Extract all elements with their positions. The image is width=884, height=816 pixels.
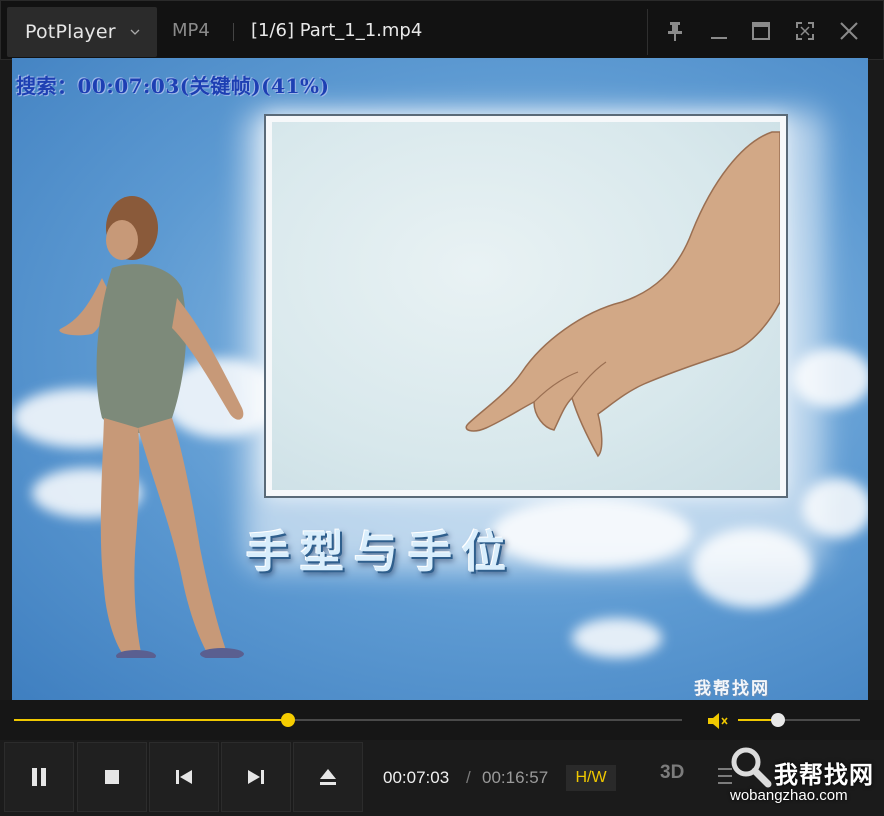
window-controls-divider (647, 9, 648, 55)
time-separator: / (466, 768, 471, 787)
file-title: [1/6] Part_1_1.mp4 (251, 20, 423, 41)
next-button[interactable] (221, 742, 291, 812)
video-caption: 手型与手位 (246, 527, 516, 578)
figure-illustration (59, 196, 244, 658)
previous-icon (176, 770, 192, 784)
3d-button[interactable]: 3D (660, 762, 684, 784)
stop-icon (105, 770, 119, 784)
total-time[interactable]: 00:16:57 (482, 768, 548, 788)
maximize-icon (752, 22, 770, 40)
title-bar: PotPlayer MP4 [1/6] Part_1_1.mp4 (0, 0, 884, 60)
speaker-icon[interactable] (706, 711, 730, 731)
seek-row (0, 700, 884, 740)
eject-icon (320, 769, 336, 785)
video-corner-watermark: 我帮找网 (694, 679, 770, 699)
site-watermark-url: wobangzhao.com (730, 787, 848, 804)
app-name: PotPlayer (25, 21, 116, 43)
magnifier-icon (731, 747, 772, 788)
video-surface[interactable]: 搜索：00:07:03(关键帧)(41%) 手型与手位 我帮找网 (12, 58, 868, 700)
fullscreen-button[interactable] (785, 7, 825, 55)
next-icon (248, 770, 264, 784)
pause-button[interactable] (4, 742, 74, 812)
pin-button[interactable] (655, 7, 695, 55)
close-button[interactable] (829, 7, 869, 55)
hand-illustration (465, 131, 780, 458)
cloud (572, 618, 662, 658)
format-label: MP4 (172, 20, 210, 41)
volume-slider-thumb[interactable] (771, 713, 786, 727)
illustration-frame (264, 114, 788, 498)
volume-slider[interactable] (738, 713, 860, 727)
current-time[interactable]: 00:07:03 (383, 768, 449, 788)
app-menu-button[interactable]: PotPlayer (7, 7, 157, 57)
seek-bar-fill (14, 719, 288, 721)
previous-button[interactable] (149, 742, 219, 812)
site-watermark-name: 我帮找网 (774, 761, 874, 789)
chevron-down-icon (130, 29, 140, 35)
pause-icon (32, 768, 46, 786)
seek-bar[interactable] (14, 713, 682, 727)
stop-button[interactable] (77, 742, 147, 812)
seek-bar-thumb[interactable] (280, 713, 295, 727)
title-divider (233, 23, 234, 41)
minimize-button[interactable] (699, 7, 739, 55)
fullscreen-icon (796, 22, 814, 40)
hw-decoder-button[interactable]: H/W (566, 765, 616, 791)
close-icon (840, 22, 858, 40)
maximize-button[interactable] (741, 7, 781, 55)
minimize-icon (711, 37, 727, 39)
eject-button[interactable] (293, 742, 363, 812)
seek-osd-text: 搜索：00:07:03(关键帧)(41%) (16, 74, 330, 98)
pin-icon (668, 22, 682, 41)
